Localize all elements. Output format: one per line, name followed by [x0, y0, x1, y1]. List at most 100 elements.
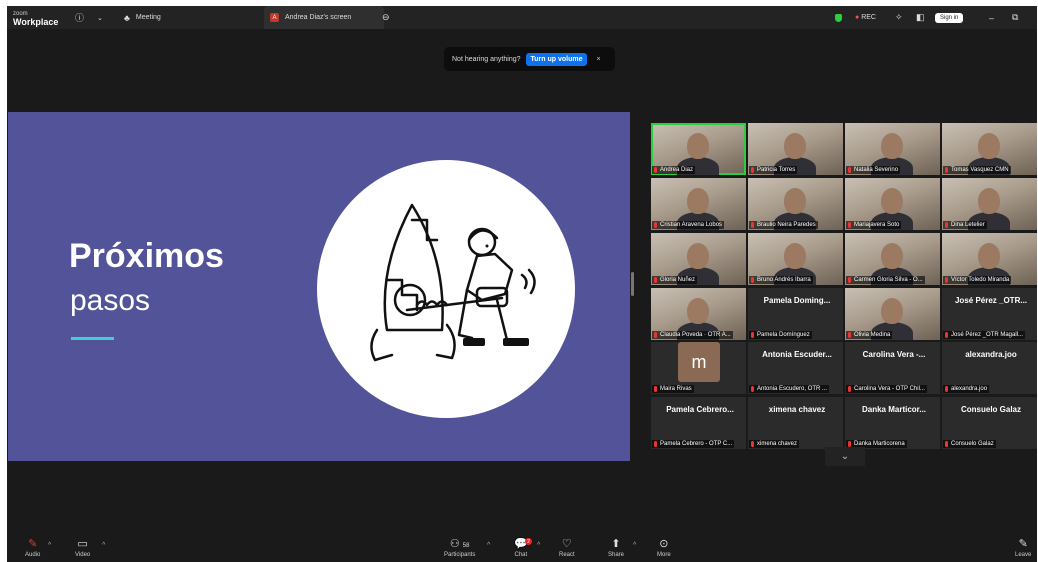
participant-video-face	[978, 188, 1000, 214]
participant-display-name: Pamela Doming...	[763, 296, 831, 305]
participant-tile[interactable]: Bruno Andrés Ibarra	[748, 233, 843, 285]
participant-tile[interactable]: Consuelo Galaz Consuelo Galaz	[942, 397, 1037, 449]
leave-button[interactable]: ✎ Leave	[1015, 538, 1031, 558]
participant-tile[interactable]: Gloria Nuñez	[651, 233, 746, 285]
participant-tile[interactable]: Braulio Neira Paredes	[748, 178, 843, 230]
close-icon[interactable]: ×	[596, 56, 600, 63]
participant-name-label: ximena chavez	[749, 440, 800, 448]
participant-tile[interactable]: Mariajavera Soto	[845, 178, 940, 230]
participant-video-face	[978, 133, 1000, 159]
participant-tile[interactable]: Andrea Diaz	[651, 123, 746, 175]
participant-name-label: Gloria Nuñez	[652, 276, 698, 284]
mic-muted-icon	[945, 222, 948, 228]
participant-tile[interactable]: alexandra.joo alexandra.joo	[942, 342, 1037, 394]
participant-name: José Pérez _OTR Magall...	[951, 332, 1024, 338]
meeting-tab[interactable]: ♣ Meeting	[124, 6, 161, 29]
zoom-window: zoom Workplace ⓘ ⌄ ♣ Meeting A Andrea Di…	[7, 6, 1037, 562]
tab-avatar: A	[270, 13, 279, 22]
participant-name: Consuelo Galaz	[951, 441, 994, 447]
share-icon: ⬆	[611, 538, 621, 550]
panel-icon[interactable]: ◧	[916, 6, 925, 29]
share-options-caret[interactable]: ^	[633, 542, 636, 549]
mic-muted-icon	[945, 167, 948, 173]
slide-illustration	[317, 160, 575, 418]
participant-tile[interactable]: José Pérez _OTR... José Pérez _OTR Magall…	[942, 288, 1037, 340]
participant-name: Andrea Diaz	[660, 167, 694, 173]
participant-video-face	[687, 133, 709, 159]
signin-button[interactable]: Sign in	[935, 12, 964, 23]
participant-display-name: Antonia Escuder...	[762, 350, 832, 359]
mic-muted-icon	[654, 277, 657, 283]
participant-name: Pamela Domínguez	[757, 332, 810, 338]
mic-muted-icon	[848, 167, 851, 173]
split-view-handle[interactable]	[631, 272, 634, 296]
sparkle-icon[interactable]: ✧	[895, 6, 903, 29]
participants-options-caret[interactable]: ^	[487, 542, 490, 549]
participant-name: Bruno Andrés Ibarra	[757, 277, 811, 283]
chat-button[interactable]: 💬 2 Chat	[514, 538, 532, 558]
participant-video-face	[881, 243, 903, 269]
participant-tile[interactable]: Dina Letelier	[942, 178, 1037, 230]
recording-indicator[interactable]: ● REC	[855, 6, 876, 29]
react-label: React	[559, 552, 575, 558]
participant-tile[interactable]: ximena chavez ximena chavez	[748, 397, 843, 449]
audio-options-caret[interactable]: ^	[48, 542, 51, 549]
participant-tile[interactable]: Natalia Severino	[845, 123, 940, 175]
participant-name: Dina Letelier	[951, 222, 985, 228]
participant-name: Patricia Torres	[757, 167, 796, 173]
mic-muted-icon	[654, 167, 657, 173]
share-button[interactable]: ⬆ Share	[608, 538, 624, 558]
participant-tile[interactable]: Pamela Cebrero... Pamela Cebrero - OTP C.…	[651, 397, 746, 449]
mic-muted-icon	[945, 277, 948, 283]
participant-tile[interactable]: Olivia Medina	[845, 288, 940, 340]
participant-tile[interactable]: Antonia Escuder... Antonia Escudero, OTR …	[748, 342, 843, 394]
audio-notification: Not hearing anything? Turn up volume ×	[444, 47, 615, 71]
participant-tile[interactable]: Patricia Torres	[748, 123, 843, 175]
participant-name: Pamela Cebrero - OTP C...	[660, 441, 733, 447]
mic-muted-icon	[654, 386, 657, 392]
participant-tile[interactable]: Tomas Vasquez CMN	[942, 123, 1037, 175]
participant-tile[interactable]: Carmen Gloria Silva - O...	[845, 233, 940, 285]
participant-name: Tomas Vasquez CMN	[951, 167, 1009, 173]
turn-up-volume-button[interactable]: Turn up volume	[525, 52, 588, 66]
more-label: More	[657, 552, 671, 558]
participants-label: Participants	[444, 552, 476, 558]
participant-name-label: Mariajavera Soto	[846, 221, 902, 229]
participant-tile[interactable]: Danka Marticor... Danka Marticorena	[845, 397, 940, 449]
participant-name-label: Braulio Neira Paredes	[749, 221, 818, 229]
participant-name-label: Antonia Escudero, OTR ...	[749, 385, 830, 393]
participant-name-label: Víctor Toledo Miranda	[943, 276, 1012, 284]
participant-tile[interactable]: Carolina Vera -... Carolina Vera - OTP Ch…	[845, 342, 940, 394]
participant-name: Víctor Toledo Miranda	[951, 277, 1010, 283]
slide-subtitle: pasos	[70, 284, 151, 317]
participants-button[interactable]: ⚇ 58 Participants	[444, 538, 475, 558]
participant-name: Olivia Medina	[854, 332, 891, 338]
chat-options-caret[interactable]: ^	[537, 542, 540, 549]
info-icon[interactable]: ⓘ	[75, 6, 84, 29]
participant-tile[interactable]: m Maira Rivas	[651, 342, 746, 394]
minimize-icon[interactable]: –	[989, 6, 994, 29]
participant-name: Claudia Poveda · OTR A...	[660, 332, 731, 338]
participant-name-label: Consuelo Galaz	[943, 440, 996, 448]
participant-tile[interactable]: Cristian Aravena Lobos	[651, 178, 746, 230]
more-button[interactable]: ⊙ More	[657, 538, 671, 558]
chevron-down-icon[interactable]: ⌄	[97, 6, 103, 29]
participant-tile[interactable]: Pamela Doming... Pamela Domínguez	[748, 288, 843, 340]
slide-accent-bar	[71, 337, 114, 340]
react-button[interactable]: ♡ React	[559, 538, 575, 558]
video-button[interactable]: ▭ Video	[75, 538, 90, 558]
participant-tile[interactable]: Claudia Poveda · OTR A...	[651, 288, 746, 340]
participant-name: ximena chavez	[757, 441, 798, 447]
more-icon: ⊙	[659, 538, 669, 550]
video-options-caret[interactable]: ^	[102, 542, 105, 549]
more-options-icon[interactable]: ⊖	[382, 6, 390, 29]
participant-name-label: Maira Rivas	[652, 385, 694, 393]
mic-muted-icon	[751, 441, 754, 447]
share-screen-tab[interactable]: A Andrea Diaz's screen	[264, 6, 384, 29]
participant-video-face	[881, 298, 903, 324]
audio-button[interactable]: ✎ Audio	[25, 538, 40, 558]
app-logo-line2: Workplace	[13, 16, 59, 27]
participant-tile[interactable]: Víctor Toledo Miranda	[942, 233, 1037, 285]
chevron-down-icon[interactable]: ⌄	[825, 447, 865, 466]
restore-icon[interactable]: ⧉	[1012, 6, 1018, 29]
